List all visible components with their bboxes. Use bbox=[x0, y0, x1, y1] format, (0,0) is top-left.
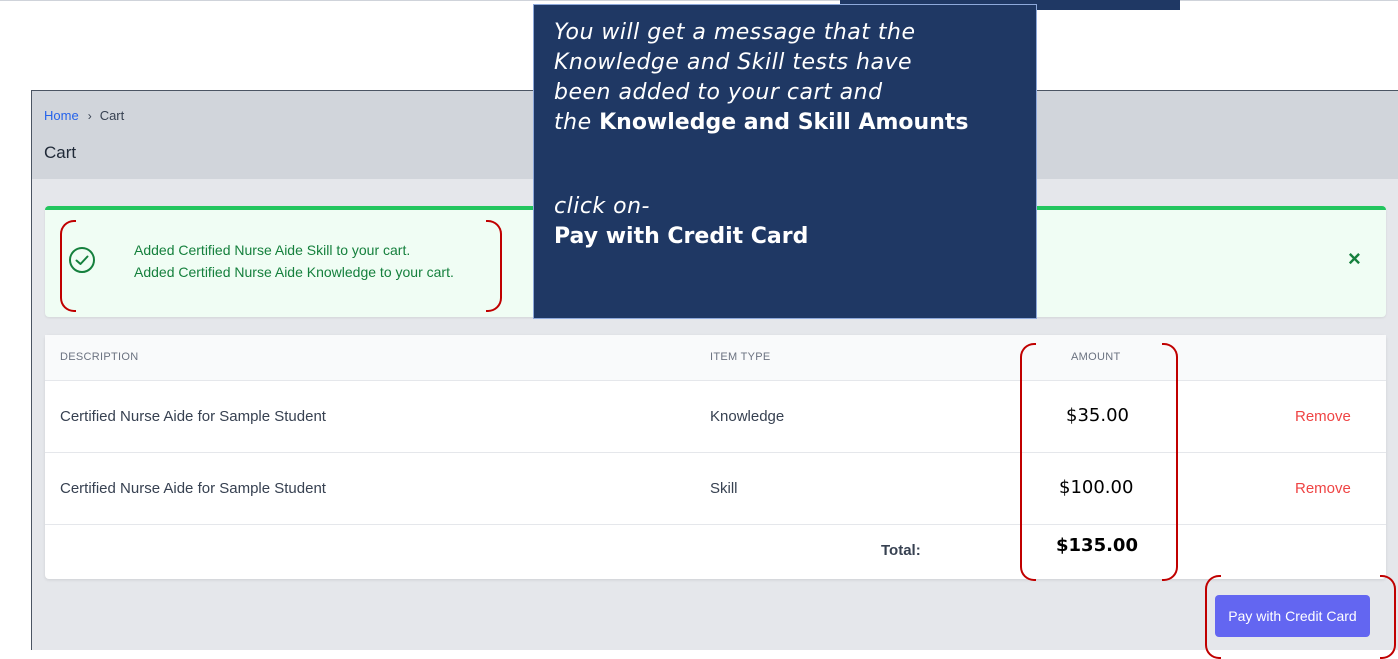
alert-message: Added Certified Nurse Aide Knowledge to … bbox=[134, 264, 454, 280]
breadcrumb-current: Cart bbox=[99, 108, 125, 123]
highlight-bracket-right bbox=[1380, 575, 1396, 659]
breadcrumb-chevron-icon: › bbox=[87, 109, 92, 123]
breadcrumb: Home › Cart bbox=[44, 108, 124, 123]
top-border-line bbox=[0, 0, 1398, 1]
page-title: Cart bbox=[44, 143, 77, 162]
row-amount: $35.00 bbox=[1066, 405, 1129, 426]
table-row: Certified Nurse Aide for Sample Student … bbox=[45, 452, 1386, 525]
instruction-callout: You will get a message that the Knowledg… bbox=[533, 4, 1037, 319]
cart-table: DESCRIPTION ITEM TYPE AMOUNT Certified N… bbox=[45, 335, 1386, 579]
total-label: Total: bbox=[881, 542, 921, 559]
highlight-bracket-left bbox=[1205, 575, 1221, 659]
column-header-description: DESCRIPTION bbox=[60, 351, 139, 363]
callout-italic-text: the bbox=[554, 110, 592, 135]
highlight-bracket-left bbox=[60, 220, 76, 312]
highlight-bracket-right bbox=[1162, 343, 1178, 581]
remove-button[interactable]: Remove bbox=[1295, 480, 1351, 497]
callout-text-line: been added to your cart and bbox=[554, 80, 883, 105]
callout-text-line: the Knowledge and Skill Amounts bbox=[554, 108, 1036, 138]
row-item-type: Knowledge bbox=[710, 408, 785, 425]
highlight-bracket-right bbox=[486, 220, 502, 312]
callout-text-line: click on- bbox=[554, 194, 650, 219]
callout-text-line: Pay with Credit Card bbox=[554, 224, 809, 249]
row-amount: $100.00 bbox=[1059, 477, 1134, 498]
alert-message: Added Certified Nurse Aide Skill to your… bbox=[134, 242, 411, 258]
table-row: Certified Nurse Aide for Sample Student … bbox=[45, 380, 1386, 453]
remove-button[interactable]: Remove bbox=[1295, 408, 1351, 425]
highlight-bracket-left bbox=[1020, 343, 1036, 581]
callout-text-line: You will get a message that the bbox=[554, 20, 916, 45]
callout-bold-text: Knowledge and Skill Amounts bbox=[599, 110, 969, 135]
breadcrumb-home-link[interactable]: Home bbox=[44, 108, 79, 123]
table-header: DESCRIPTION ITEM TYPE AMOUNT bbox=[45, 335, 1386, 381]
total-value: $135.00 bbox=[1056, 535, 1138, 556]
row-description: Certified Nurse Aide for Sample Student bbox=[60, 408, 326, 425]
column-header-item-type: ITEM TYPE bbox=[710, 351, 771, 363]
pay-with-credit-card-button[interactable]: Pay with Credit Card bbox=[1215, 595, 1370, 637]
row-item-type: Skill bbox=[710, 480, 738, 497]
column-header-amount: AMOUNT bbox=[1071, 351, 1121, 363]
total-row: Total: $135.00 bbox=[45, 524, 1386, 579]
callout-text-line: Knowledge and Skill tests have bbox=[554, 50, 913, 75]
row-description: Certified Nurse Aide for Sample Student bbox=[60, 480, 326, 497]
close-icon[interactable]: × bbox=[1348, 248, 1361, 270]
